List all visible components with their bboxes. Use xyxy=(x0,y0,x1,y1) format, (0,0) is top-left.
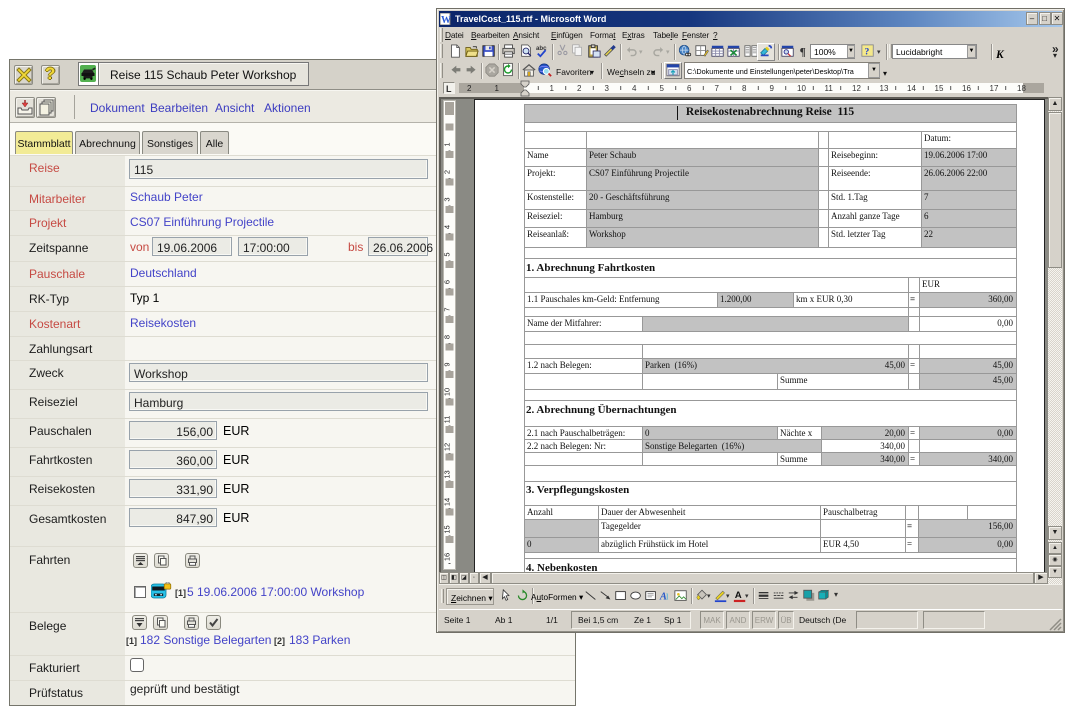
svg-text:14: 14 xyxy=(443,498,452,506)
svg-text:15: 15 xyxy=(443,525,452,533)
svg-text:¶: ¶ xyxy=(800,46,806,58)
svg-text:l: l xyxy=(666,592,669,602)
svg-text:11: 11 xyxy=(443,416,452,424)
svg-text:10: 10 xyxy=(443,388,452,396)
svg-text:5: 5 xyxy=(443,252,452,256)
svg-text:7: 7 xyxy=(443,307,452,311)
svg-text:16: 16 xyxy=(443,553,452,561)
svg-text:W: W xyxy=(441,15,451,25)
svg-text:1: 1 xyxy=(443,142,452,146)
svg-text:2: 2 xyxy=(443,170,452,174)
svg-text:?: ? xyxy=(865,47,870,58)
svg-text:A: A xyxy=(735,590,742,601)
svg-text:3: 3 xyxy=(443,197,452,201)
svg-text:12: 12 xyxy=(443,443,452,451)
svg-text:4: 4 xyxy=(443,225,452,229)
svg-text:8: 8 xyxy=(443,335,452,339)
svg-text:6: 6 xyxy=(443,280,452,284)
svg-text:13: 13 xyxy=(443,470,452,478)
svg-text:9: 9 xyxy=(443,362,452,366)
